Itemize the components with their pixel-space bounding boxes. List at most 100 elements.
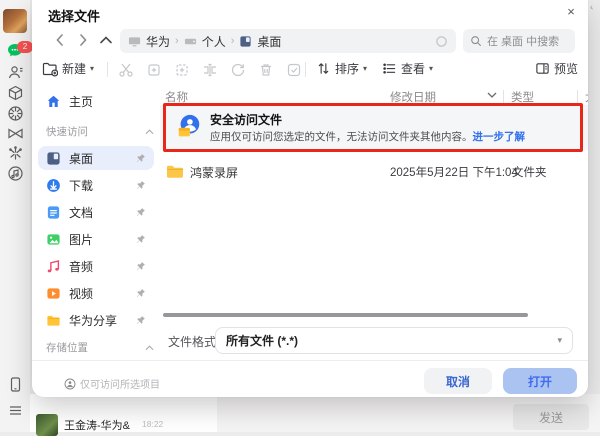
toolbar-divider xyxy=(305,62,306,77)
pictures-icon xyxy=(46,232,61,247)
sidebar-item-downloads[interactable]: 下载 xyxy=(38,173,154,197)
search-input[interactable]: 在 桌面 中搜索 xyxy=(463,29,575,53)
crumb-separator-icon: › xyxy=(231,35,235,47)
sidebar-item-videos[interactable]: 视频 xyxy=(38,281,154,305)
back-icon[interactable] xyxy=(52,32,68,48)
close-icon[interactable]: × xyxy=(562,3,580,21)
preview-button[interactable]: 预览 xyxy=(535,60,578,77)
access-footnote: 仅可访问所选项目 xyxy=(64,376,160,391)
video-icon xyxy=(46,286,61,301)
pin-icon[interactable] xyxy=(135,180,146,191)
chat-item-name[interactable]: 王金涛-华为& xyxy=(64,417,142,433)
pin-icon[interactable] xyxy=(135,207,146,218)
send-button[interactable]: 发送 xyxy=(513,404,589,430)
sidebar-item-documents[interactable]: 文档 xyxy=(38,200,154,224)
moments-icon[interactable] xyxy=(7,105,24,122)
channels-icon[interactable] xyxy=(7,125,24,142)
format-select[interactable]: 所有文件 (*.*) ▾ xyxy=(215,327,573,354)
format-value: 所有文件 (*.*) xyxy=(226,332,298,349)
sidebar-label: 主页 xyxy=(69,93,93,110)
refresh-rotate-icon xyxy=(230,62,246,78)
new-folder-icon xyxy=(42,61,58,77)
sidebar-label: 文档 xyxy=(69,204,93,221)
view-button[interactable]: 查看 ▾ xyxy=(382,60,433,77)
breadcrumb-drive[interactable]: 华为 xyxy=(146,33,170,50)
crumb-separator-icon: › xyxy=(175,35,179,47)
horizontal-scrollbar[interactable] xyxy=(163,313,528,317)
desktop-icon xyxy=(46,151,61,166)
chevron-down-icon: ▾ xyxy=(557,335,562,346)
cancel-button[interactable]: 取消 xyxy=(424,368,492,394)
computer-icon xyxy=(128,35,141,48)
drive-icon xyxy=(184,35,197,48)
multiselect-icon xyxy=(286,62,302,78)
pin-icon[interactable] xyxy=(135,261,146,272)
search-icon xyxy=(470,35,482,47)
rename-icon xyxy=(202,62,218,78)
wechat-sidebar-rail: 2 xyxy=(0,0,31,432)
chevron-up-icon xyxy=(145,345,154,351)
background-fragment: ‹ xyxy=(589,2,594,12)
folder-icon xyxy=(166,164,184,179)
format-label: 文件格式 xyxy=(168,333,216,350)
mini-programs-icon[interactable] xyxy=(7,145,24,162)
sort-button-label: 排序 xyxy=(335,60,359,77)
pin-icon[interactable] xyxy=(135,288,146,299)
breadcrumb[interactable]: 华为 › 个人 › 桌面 xyxy=(120,29,456,53)
user-avatar[interactable] xyxy=(3,9,27,33)
paste-icon xyxy=(174,62,190,78)
up-icon[interactable] xyxy=(98,32,114,48)
pin-icon[interactable] xyxy=(135,315,146,326)
pin-icon[interactable] xyxy=(135,153,146,164)
table-row[interactable]: 鸿蒙录屏 2025年5月22日 下午1:04 文件夹 xyxy=(160,158,588,184)
secure-access-icon xyxy=(175,113,203,141)
toolbar-divider xyxy=(107,62,108,77)
security-banner-highlight: 安全访问文件 应用仅可访问您选定的文件，无法访问文件夹其他内容。进一步了解 xyxy=(163,103,583,152)
sidebar-item-audio[interactable]: 音频 xyxy=(38,254,154,278)
storage-header[interactable]: 存储位置 xyxy=(46,340,154,355)
desktop-icon xyxy=(239,35,252,48)
sidebar-item-desktop[interactable]: 桌面 xyxy=(38,146,154,170)
sidebar-item-home[interactable]: 主页 xyxy=(38,89,154,113)
breadcrumb-folder[interactable]: 桌面 xyxy=(257,33,281,50)
file-name: 鸿蒙录屏 xyxy=(190,164,238,181)
sort-chevron-icon[interactable] xyxy=(487,92,497,98)
search-placeholder: 在 桌面 中搜索 xyxy=(487,33,559,49)
column-divider[interactable] xyxy=(503,90,504,103)
sidebar-label: 图片 xyxy=(69,231,93,248)
open-button[interactable]: 打开 xyxy=(503,368,577,394)
column-divider[interactable] xyxy=(577,90,578,103)
sidebar-item-pictures[interactable]: 图片 xyxy=(38,227,154,251)
new-button[interactable]: 新建 ▾ xyxy=(42,60,94,77)
learn-more-link[interactable]: 进一步了解 xyxy=(473,131,526,143)
menu-icon[interactable] xyxy=(7,402,24,419)
sidebar-label: 音频 xyxy=(69,258,93,275)
refresh-icon[interactable] xyxy=(435,35,448,48)
view-button-label: 查看 xyxy=(401,60,425,77)
chat-item-avatar[interactable] xyxy=(36,414,58,436)
banner-description: 应用仅可访问您选定的文件，无法访问文件夹其他内容。进一步了解 xyxy=(210,129,525,144)
forward-icon[interactable] xyxy=(75,32,91,48)
sort-button[interactable]: 排序 ▾ xyxy=(316,60,367,77)
delete-icon xyxy=(258,62,274,78)
collections-icon[interactable] xyxy=(7,85,24,102)
dialog-title: 选择文件 xyxy=(48,6,100,25)
restricted-access-icon xyxy=(64,378,76,390)
quick-access-header[interactable]: 快速访问 xyxy=(46,124,154,139)
chevron-down-icon: ▾ xyxy=(429,64,433,73)
banner-title: 安全访问文件 xyxy=(210,111,282,128)
pin-icon[interactable] xyxy=(135,234,146,245)
chat-item-time: 18:22 xyxy=(142,419,163,429)
cut-icon xyxy=(118,62,134,78)
file-type: 文件夹 xyxy=(512,164,547,180)
phone-icon[interactable] xyxy=(7,376,24,393)
contacts-icon[interactable] xyxy=(7,64,24,81)
preview-button-label: 预览 xyxy=(554,60,578,77)
copy-icon xyxy=(146,62,162,78)
sidebar-label: 华为分享 xyxy=(69,312,117,329)
sidebar-item-huawei-share[interactable]: 华为分享 xyxy=(38,308,154,332)
listen-icon[interactable] xyxy=(7,165,24,182)
breadcrumb-user[interactable]: 个人 xyxy=(202,33,226,50)
home-icon xyxy=(46,94,61,109)
preview-pane-icon xyxy=(535,61,550,76)
